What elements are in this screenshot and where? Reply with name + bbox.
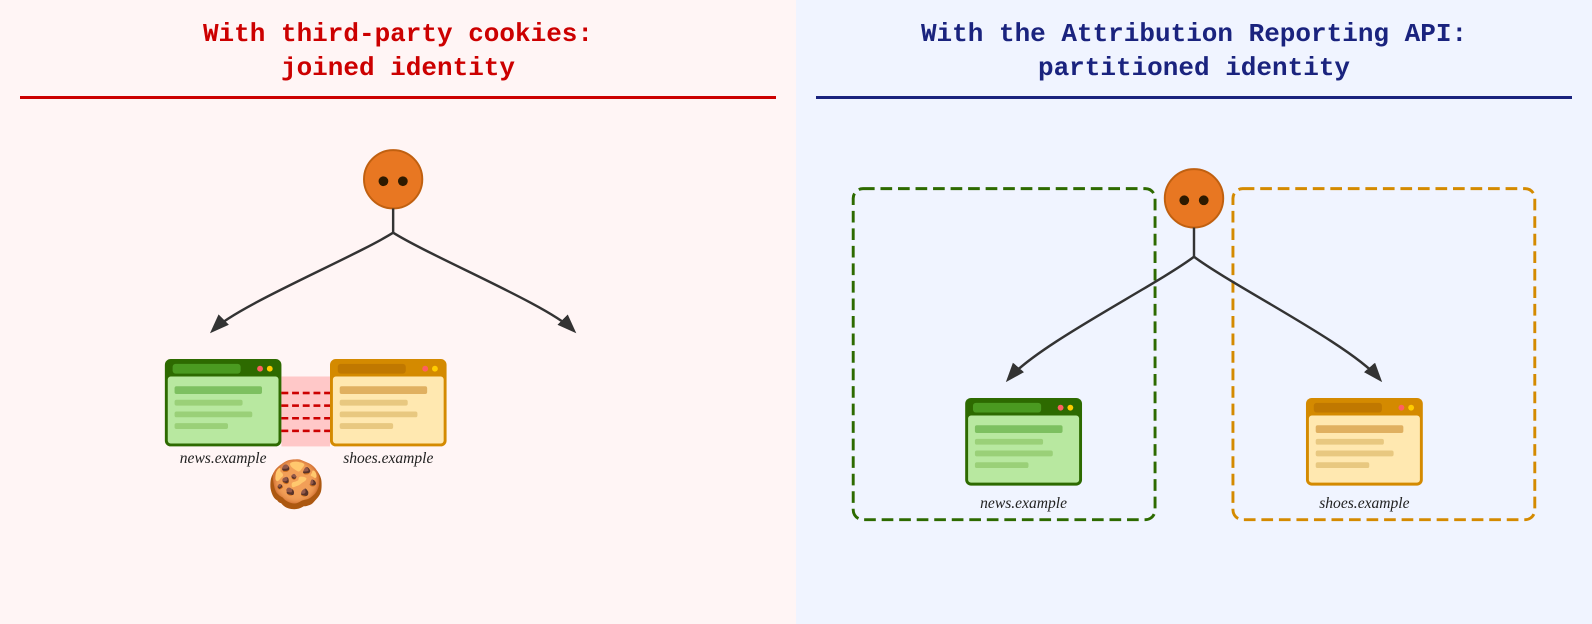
left-title: With third-party cookies: joined identit… [203, 18, 593, 86]
left-browser-shoes [330, 359, 447, 446]
left-cookie-icon: 🍪 [267, 457, 325, 511]
left-site2-label: shoes.example [343, 450, 433, 467]
right-panel: With the Attribution Reporting API: part… [796, 0, 1592, 624]
right-title: With the Attribution Reporting API: part… [921, 18, 1467, 86]
right-browser-news [965, 398, 1082, 486]
left-divider [20, 96, 776, 99]
left-panel: With third-party cookies: joined identit… [0, 0, 796, 624]
right-diagram-svg: news.example shoes.example [824, 149, 1564, 569]
left-title-line1: With third-party cookies: [203, 19, 593, 49]
left-site1-label: news.example [180, 450, 267, 467]
right-person [1009, 169, 1379, 378]
right-divider [816, 96, 1572, 99]
left-person [213, 150, 572, 330]
right-site2-label: shoes.example [1319, 495, 1409, 512]
left-diagram-svg: 🍪 news.example shoes.example [58, 149, 738, 569]
right-title-line2: partitioned identity [1038, 53, 1350, 83]
left-diagram: 🍪 news.example shoes.example [20, 115, 776, 604]
right-browser-shoes [1306, 398, 1423, 486]
right-site1-label: news.example [980, 495, 1067, 512]
right-diagram: news.example shoes.example [816, 115, 1572, 604]
right-title-line1: With the Attribution Reporting API: [921, 19, 1467, 49]
left-title-line2: joined identity [281, 53, 515, 83]
